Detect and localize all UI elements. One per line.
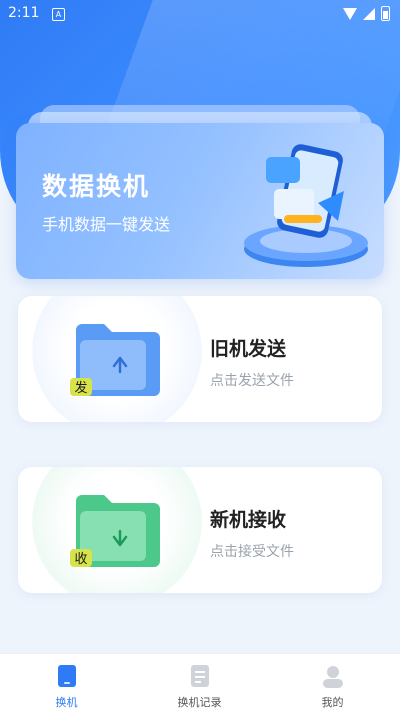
nav-item-record[interactable]: 换机记录 bbox=[133, 654, 266, 713]
signal-icon bbox=[363, 7, 375, 20]
nav-label-record: 换机记录 bbox=[177, 696, 222, 709]
phone-icon bbox=[57, 665, 76, 687]
old-phone-title: 旧机发送 bbox=[210, 338, 287, 360]
new-phone-receive-card[interactable]: 收 新机接收 点击接受文件 bbox=[18, 467, 382, 593]
new-phone-subtitle: 点击接受文件 bbox=[210, 544, 294, 560]
status-bar: 2:11 A bbox=[0, 0, 400, 28]
folder-receive-icon: 收 bbox=[70, 495, 160, 567]
bottom-navigation: 换机 换机记录 我的 bbox=[0, 653, 400, 713]
nav-item-swap[interactable]: 换机 bbox=[0, 654, 133, 713]
status-icons bbox=[343, 6, 390, 21]
new-phone-title: 新机接收 bbox=[210, 509, 287, 531]
nav-label-mine: 我的 bbox=[321, 696, 344, 709]
status-time: 2:11 bbox=[8, 5, 40, 21]
battery-icon bbox=[381, 6, 390, 21]
folder-send-icon: 发 bbox=[70, 324, 160, 396]
receive-badge: 收 bbox=[74, 552, 87, 567]
nav-item-mine[interactable]: 我的 bbox=[266, 654, 399, 713]
wifi-icon bbox=[343, 7, 357, 20]
banner-subtitle: 手机数据一键发送 bbox=[42, 215, 171, 234]
record-icon bbox=[190, 665, 209, 687]
notification-icon: A bbox=[52, 8, 65, 21]
banner-title: 数据换机 bbox=[42, 172, 151, 201]
data-migration-banner[interactable]: 数据换机 手机数据一键发送 bbox=[16, 123, 384, 279]
send-badge: 发 bbox=[74, 380, 87, 396]
nav-label-swap: 换机 bbox=[55, 696, 78, 709]
phone-transfer-illustration bbox=[244, 144, 368, 267]
old-phone-subtitle: 点击发送文件 bbox=[210, 373, 294, 389]
old-phone-send-card[interactable]: 发 旧机发送 点击发送文件 bbox=[18, 296, 382, 422]
user-icon bbox=[322, 666, 343, 688]
